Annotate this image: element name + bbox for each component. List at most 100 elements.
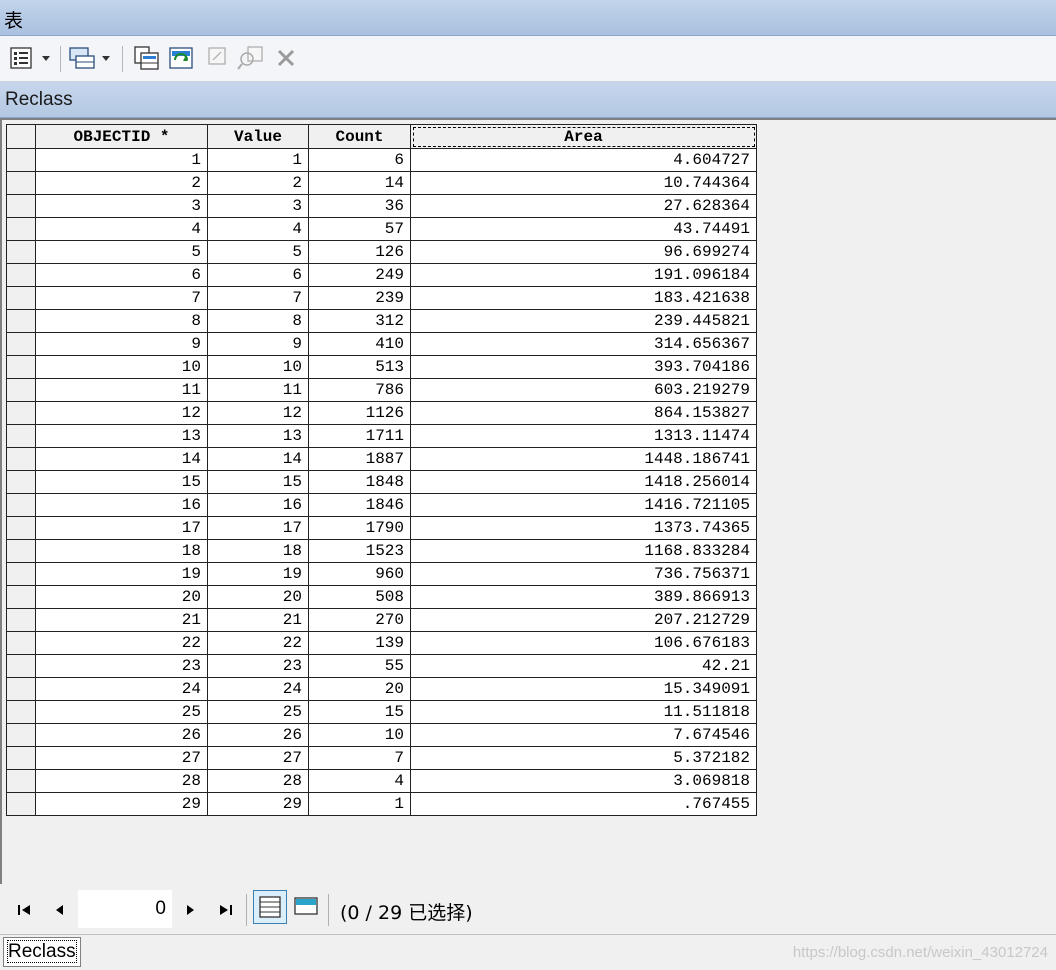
cell-area[interactable]: 191.096184 <box>410 263 757 287</box>
cell-value[interactable]: 15 <box>207 470 309 494</box>
cell-objectid[interactable]: 10 <box>35 355 208 379</box>
cell-value[interactable]: 5 <box>207 240 309 264</box>
cell-objectid[interactable]: 9 <box>35 332 208 356</box>
cell-area[interactable]: 96.699274 <box>410 240 757 264</box>
cell-value[interactable]: 19 <box>207 562 309 586</box>
last-record-button[interactable] <box>216 901 234 919</box>
cell-count[interactable]: 1126 <box>308 401 411 425</box>
cell-objectid[interactable]: 12 <box>35 401 208 425</box>
cell-count[interactable]: 126 <box>308 240 411 264</box>
cell-value[interactable]: 18 <box>207 539 309 563</box>
table-row[interactable]: 8 8 312 239.445821 <box>6 309 757 333</box>
cell-value[interactable]: 7 <box>207 286 309 310</box>
cell-objectid[interactable]: 19 <box>35 562 208 586</box>
select-by-attributes-button[interactable] <box>130 44 162 72</box>
cell-count[interactable]: 1846 <box>308 493 411 517</box>
row-selector[interactable] <box>6 723 36 747</box>
row-selector[interactable] <box>6 401 36 425</box>
column-header-count[interactable]: Count <box>308 124 411 149</box>
cell-area[interactable]: 393.704186 <box>410 355 757 379</box>
cell-area[interactable]: 10.744364 <box>410 171 757 195</box>
cell-area[interactable]: 4.604727 <box>410 148 757 172</box>
cell-objectid[interactable]: 7 <box>35 286 208 310</box>
table-row[interactable]: 9 9 410 314.656367 <box>6 332 757 356</box>
cell-objectid[interactable]: 16 <box>35 493 208 517</box>
table-row[interactable]: 29 29 1.767455 <box>6 792 757 816</box>
cell-objectid[interactable]: 17 <box>35 516 208 540</box>
table-row[interactable]: 5 5 126 96.699274 <box>6 240 757 264</box>
cell-count[interactable]: 1848 <box>308 470 411 494</box>
table-row[interactable]: 28 28 4 3.069818 <box>6 769 757 793</box>
cell-area[interactable]: 736.756371 <box>410 562 757 586</box>
cell-value[interactable]: 14 <box>207 447 309 471</box>
cell-value[interactable]: 25 <box>207 700 309 724</box>
cell-value[interactable]: 26 <box>207 723 309 747</box>
cell-count[interactable]: 1887 <box>308 447 411 471</box>
table-row[interactable]: 3 3 36 27.628364 <box>6 194 757 218</box>
cell-area[interactable]: 1313.11474 <box>410 424 757 448</box>
row-selector[interactable] <box>6 194 36 218</box>
cell-value[interactable]: 20 <box>207 585 309 609</box>
cell-value[interactable]: 8 <box>207 309 309 333</box>
table-row[interactable]: 6 6 249 191.096184 <box>6 263 757 287</box>
table-row[interactable]: 24 24 20 15.349091 <box>6 677 757 701</box>
row-selector[interactable] <box>6 217 36 241</box>
cell-value[interactable]: 16 <box>207 493 309 517</box>
table-row[interactable]: 22 22 139 106.676183 <box>6 631 757 655</box>
next-record-button[interactable] <box>182 901 200 919</box>
row-selector[interactable] <box>6 447 36 471</box>
cell-value[interactable]: 3 <box>207 194 309 218</box>
table-row[interactable]: 17 17 1790 1373.74365 <box>6 516 757 540</box>
table-row[interactable]: 25 25 15 11.511818 <box>6 700 757 724</box>
table-row[interactable]: 23 23 55 42.21 <box>6 654 757 678</box>
cell-count[interactable]: 15 <box>308 700 411 724</box>
row-selector[interactable] <box>6 608 36 632</box>
row-selector[interactable] <box>6 562 36 586</box>
table-row[interactable]: 21 21 270 207.212729 <box>6 608 757 632</box>
cell-objectid[interactable]: 21 <box>35 608 208 632</box>
cell-count[interactable]: 6 <box>308 148 411 172</box>
tab-reclass[interactable]: Reclass <box>3 937 81 967</box>
row-selector[interactable] <box>6 355 36 379</box>
cell-objectid[interactable]: 8 <box>35 309 208 333</box>
row-selector[interactable] <box>6 654 36 678</box>
cell-area[interactable]: 183.421638 <box>410 286 757 310</box>
table-row[interactable]: 19 19 960 736.756371 <box>6 562 757 586</box>
cell-area[interactable]: 11.511818 <box>410 700 757 724</box>
row-selector[interactable] <box>6 263 36 287</box>
cell-objectid[interactable]: 29 <box>35 792 208 816</box>
row-selector[interactable] <box>6 516 36 540</box>
switch-selection-button[interactable] <box>165 44 197 72</box>
row-selector[interactable] <box>6 746 36 770</box>
row-selector[interactable] <box>6 378 36 402</box>
cell-count[interactable]: 57 <box>308 217 411 241</box>
cell-count[interactable]: 10 <box>308 723 411 747</box>
cell-area[interactable]: 1373.74365 <box>410 516 757 540</box>
row-selector[interactable] <box>6 631 36 655</box>
related-tables-button[interactable] <box>66 44 116 72</box>
cell-objectid[interactable]: 4 <box>35 217 208 241</box>
cell-count[interactable]: 139 <box>308 631 411 655</box>
show-selected-records-button[interactable] <box>292 892 320 920</box>
cell-objectid[interactable]: 2 <box>35 171 208 195</box>
cell-value[interactable]: 17 <box>207 516 309 540</box>
cell-count[interactable]: 249 <box>308 263 411 287</box>
cell-objectid[interactable]: 11 <box>35 378 208 402</box>
cell-count[interactable]: 1790 <box>308 516 411 540</box>
cell-count[interactable]: 20 <box>308 677 411 701</box>
cell-count[interactable]: 312 <box>308 309 411 333</box>
table-row[interactable]: 15 15 1848 1418.256014 <box>6 470 757 494</box>
column-header-area[interactable]: Area <box>410 124 757 149</box>
row-selector[interactable] <box>6 539 36 563</box>
cell-value[interactable]: 4 <box>207 217 309 241</box>
cell-value[interactable]: 11 <box>207 378 309 402</box>
cell-value[interactable]: 9 <box>207 332 309 356</box>
delete-selected-button[interactable] <box>272 44 300 72</box>
cell-objectid[interactable]: 27 <box>35 746 208 770</box>
first-record-button[interactable] <box>16 901 34 919</box>
cell-value[interactable]: 21 <box>207 608 309 632</box>
cell-area[interactable]: 1416.721105 <box>410 493 757 517</box>
row-selector[interactable] <box>6 309 36 333</box>
attribute-grid-area[interactable]: OBJECTID * Value Count Area 1 1 6 4.604727 2… <box>0 118 1056 884</box>
cell-count[interactable]: 270 <box>308 608 411 632</box>
